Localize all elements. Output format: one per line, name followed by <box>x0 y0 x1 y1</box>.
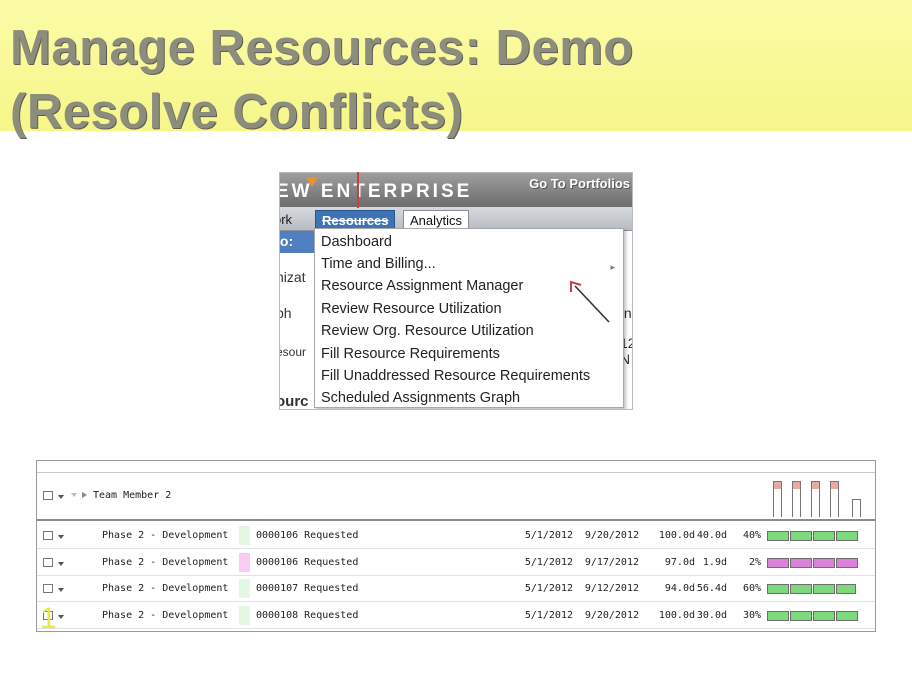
allocation-segment <box>790 584 812 594</box>
menu-item-dashboard[interactable]: Dashboard <box>321 234 392 250</box>
menu-item-time-and-billing[interactable]: Time and Billing... <box>321 256 436 272</box>
utilization-bar <box>830 481 839 517</box>
work-cell: 100.0d <box>658 609 695 621</box>
row-menu-icon[interactable] <box>43 557 53 567</box>
row-menu-icon[interactable] <box>43 584 53 593</box>
start-date-cell: 5/1/2012 <box>524 583 573 594</box>
start-date-cell: 5/1/2012 <box>524 530 573 541</box>
percent-complete-cell: 60% <box>742 583 761 594</box>
row-menu-icon[interactable] <box>43 491 53 500</box>
resources-dropdown-menu: Dashboard Time and Billing... ▸ Resource… <box>314 228 624 408</box>
table-row[interactable]: Phase 2 - Development 0000108 Requested 5/… <box>37 603 875 629</box>
allocation-segment <box>836 610 858 621</box>
start-date-cell: 5/1/2012 <box>524 556 573 568</box>
actual-work-cell: 1.9d <box>702 556 727 568</box>
slide-title-line-2: (Resolve Conflicts) <box>10 85 464 139</box>
status-swatch <box>239 552 250 572</box>
assignment-id-status-cell: 0000106 Requested <box>256 556 359 568</box>
allocation-segment <box>813 557 835 568</box>
work-cell: 97.0d <box>664 556 695 568</box>
end-date-cell: 9/20/2012 <box>584 609 639 621</box>
menu-item-resource-assignment-manager[interactable]: Resource Assignment Manager <box>321 278 523 294</box>
percent-complete-cell: 40% <box>742 530 761 541</box>
utilization-bar <box>811 481 820 517</box>
status-swatch <box>239 605 250 625</box>
expand-collapse-icon[interactable] <box>82 492 87 498</box>
background-text: esour <box>279 345 307 359</box>
assignment-id-status-cell: 0000107 Requested <box>256 583 359 594</box>
allocation-segment <box>813 531 835 541</box>
row-menu-icon[interactable] <box>43 531 53 540</box>
end-date-cell: 9/12/2012 <box>584 583 639 594</box>
allocation-segment <box>790 531 812 541</box>
work-cell: 94.0d <box>664 583 695 594</box>
tab-work[interactable]: ork <box>280 210 298 231</box>
table-row[interactable]: Phase 2 - Development 0000107 Requested 5/… <box>37 576 875 602</box>
status-swatch <box>239 579 250 598</box>
sort-caret-icon <box>71 493 77 497</box>
utilization-bar <box>852 499 861 517</box>
allocation-segment <box>813 610 835 621</box>
percent-complete-cell: 30% <box>742 609 761 621</box>
allocation-segment <box>790 610 812 621</box>
assignment-grid: Team Member 2 Phase 2 - Development 00001… <box>36 460 876 632</box>
chevron-down-icon[interactable] <box>58 495 64 499</box>
allocation-segment <box>836 557 858 568</box>
background-text: nizat <box>280 269 306 285</box>
slide-title-line-1: Manage Resources: Demo <box>10 21 634 75</box>
phase-cell: Phase 2 - Development <box>102 556 229 568</box>
background-text: io: <box>279 233 294 249</box>
end-date-cell: 9/17/2012 <box>584 556 639 568</box>
chevron-down-icon[interactable] <box>58 561 64 566</box>
allocation-segment <box>767 531 789 541</box>
phase-cell: Phase 2 - Development <box>102 530 229 541</box>
actual-work-cell: 56.4d <box>696 583 727 594</box>
phase-cell: Phase 2 - Development <box>102 609 229 621</box>
utilization-bar <box>773 481 782 517</box>
allocation-segment <box>767 584 789 594</box>
menu-screenshot: EW ENTERPRISE Go To Portfolios ork Resou… <box>279 172 633 410</box>
brand-mark-icon <box>306 177 318 187</box>
menu-item-scheduled-assignments-graph[interactable]: Scheduled Assignments Graph <box>321 390 520 406</box>
grid-header-strip <box>37 461 875 473</box>
allocation-segment <box>836 531 858 541</box>
background-text: ourc <box>279 393 309 410</box>
allocation-segment <box>767 557 789 568</box>
table-row[interactable]: Phase 2 - Development 0000106 Requested 5/… <box>37 523 875 549</box>
actual-work-cell: 40.0d <box>696 530 727 541</box>
allocation-segment <box>836 584 857 594</box>
percent-complete-cell: 2% <box>748 556 761 568</box>
utilization-bar <box>792 481 801 517</box>
assignment-id-status-cell: 0000108 Requested <box>256 609 359 621</box>
background-text: ph <box>280 305 292 321</box>
group-row-team-member[interactable]: Team Member 2 <box>37 473 875 521</box>
allocation-segment <box>790 557 812 568</box>
table-row[interactable]: Phase 2 - Development 0000106 Requested 5/… <box>37 550 875 576</box>
slide-number: 1 <box>40 602 57 635</box>
allocation-segment <box>813 584 835 594</box>
go-to-portfolios-link[interactable]: Go To Portfolios <box>529 176 630 191</box>
menu-item-fill-unaddressed-resource-requirements[interactable]: Fill Unaddressed Resource Requirements <box>321 368 590 384</box>
submenu-arrow-icon: ▸ <box>610 263 615 273</box>
allocation-segment <box>767 610 789 621</box>
phase-cell: Phase 2 - Development <box>102 583 229 594</box>
group-label: Team Member 2 <box>93 490 172 501</box>
assignment-id-status-cell: 0000106 Requested <box>256 530 359 541</box>
menu-item-fill-resource-requirements[interactable]: Fill Resource Requirements <box>321 346 500 362</box>
work-cell: 100.0d <box>658 530 695 541</box>
menu-item-review-org-resource-utilization[interactable]: Review Org. Resource Utilization <box>321 323 534 339</box>
menu-item-review-resource-utilization[interactable]: Review Resource Utilization <box>321 301 502 317</box>
chevron-down-icon[interactable] <box>58 614 64 619</box>
chevron-down-icon[interactable] <box>58 588 64 592</box>
actual-work-cell: 30.0d <box>696 609 727 621</box>
end-date-cell: 9/20/2012 <box>584 530 639 541</box>
app-header: EW ENTERPRISE Go To Portfolios <box>280 173 632 207</box>
chevron-down-icon[interactable] <box>58 535 64 539</box>
start-date-cell: 5/1/2012 <box>524 609 573 621</box>
status-swatch <box>239 526 250 545</box>
